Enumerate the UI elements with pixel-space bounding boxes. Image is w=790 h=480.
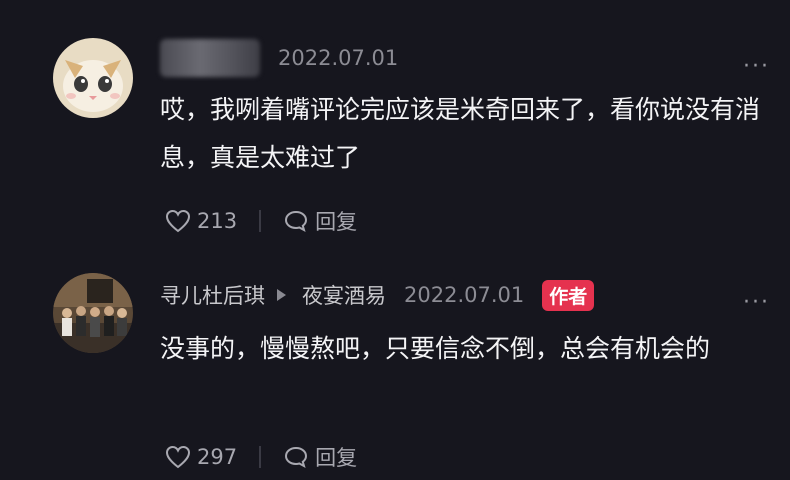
chat-bubble-icon [285, 446, 308, 468]
action-divider [259, 446, 262, 468]
reply-button[interactable]: 回复 [283, 206, 357, 236]
chat-bubble-icon [285, 210, 308, 232]
comment-item: 寻儿杜后琪 夜宴酒易 2022.07.01 作者 ··· 没事的，慢慢熬吧，只要… [0, 250, 790, 480]
comment-actions: 297 回复 [165, 440, 357, 474]
avatar[interactable] [53, 273, 133, 353]
comment-meta: 寻儿杜后琪 夜宴酒易 2022.07.01 作者 [160, 277, 595, 313]
like-count: 297 [197, 445, 238, 469]
action-divider [259, 210, 262, 232]
comment-actions: 213 回复 [165, 204, 357, 238]
like-button[interactable]: 297 [165, 445, 237, 469]
author-badge: 作者 [542, 279, 595, 311]
comment-item: 2022.07.01 ··· 哎，我咧着嘴评论完应该是米奇回来了，看你说没有消息… [0, 0, 790, 250]
comment-date: 2022.07.01 [278, 46, 399, 70]
avatar[interactable] [53, 38, 133, 118]
reply-to-username[interactable]: 夜宴酒易 [302, 280, 386, 310]
like-count: 213 [197, 209, 238, 233]
comment-text: 哎，我咧着嘴评论完应该是米奇回来了，看你说没有消息，真是太难过了 [160, 95, 761, 172]
more-dots-icon[interactable]: ··· [743, 292, 770, 314]
username[interactable]: 寻儿杜后琪 [160, 280, 265, 310]
heart-icon [165, 445, 191, 469]
more-dots-icon[interactable]: ··· [743, 56, 770, 78]
reply-label: 回复 [315, 210, 358, 234]
comment-text: 没事的，慢慢熬吧，只要信念不倒，总会有机会的 [160, 334, 711, 363]
reply-label: 回复 [315, 446, 358, 470]
reply-arrow-icon [277, 289, 286, 301]
comment-meta: 2022.07.01 [160, 38, 398, 78]
comment-date: 2022.07.01 [404, 283, 525, 307]
cat-avatar-image [53, 38, 133, 118]
heart-icon [165, 209, 191, 233]
group-photo-avatar-image [53, 273, 133, 353]
like-button[interactable]: 213 [165, 209, 237, 233]
blurred-username[interactable] [160, 39, 260, 77]
reply-button[interactable]: 回复 [283, 442, 357, 472]
